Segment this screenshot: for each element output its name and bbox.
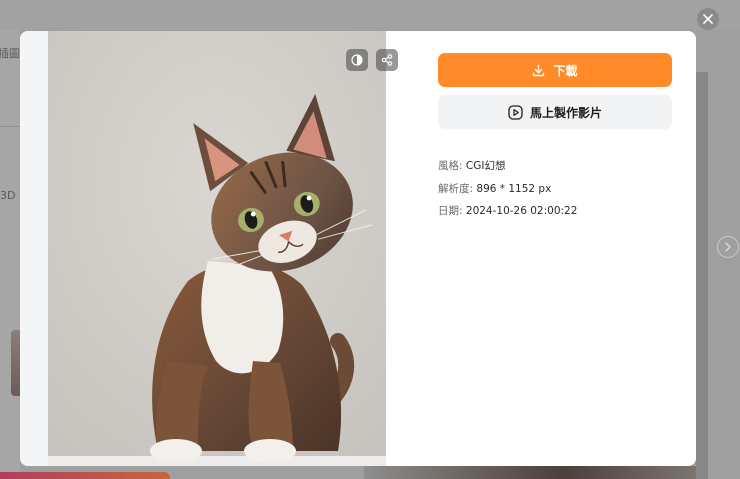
make-video-button[interactable]: 馬上製作影片: [438, 95, 672, 129]
cat-illustration: [48, 31, 386, 466]
resolution-value: 896 * 1152 px: [476, 182, 552, 195]
image-info-panel: 下載 馬上製作影片 風格: CGI幻想 解析度: 896 * 1152 px 日…: [438, 53, 672, 223]
date-label: 日期:: [438, 205, 463, 217]
compare-icon: [351, 54, 363, 66]
background-tab-text: 插圖: [0, 47, 20, 60]
background-next-image-preview: [364, 466, 696, 479]
generated-image: [48, 31, 386, 466]
screen: 插圖 3D 下載 馬上製作影片 風格: CGI幻想 解析度: 896 * 115…: [0, 0, 740, 479]
background-left-panel: [0, 30, 20, 479]
resolution-row: 解析度: 896 * 1152 px: [438, 178, 672, 201]
close-icon: [703, 14, 713, 24]
next-image-button[interactable]: [717, 236, 739, 258]
download-icon: [533, 64, 545, 76]
image-viewer: [20, 31, 398, 466]
image-detail-modal: 下載 馬上製作影片 風格: CGI幻想 解析度: 896 * 1152 px 日…: [20, 31, 696, 466]
date-row: 日期: 2024-10-26 02:00:22: [438, 200, 672, 223]
background-right-card: [696, 72, 708, 479]
background-3d-text: 3D: [0, 189, 16, 202]
download-button[interactable]: 下載: [438, 53, 672, 87]
close-button[interactable]: [697, 8, 719, 30]
style-label: 風格:: [438, 160, 463, 172]
compare-button[interactable]: [346, 49, 368, 71]
resolution-label: 解析度:: [438, 182, 474, 195]
make-video-label: 馬上製作影片: [529, 105, 602, 120]
background-gradient-bar: [0, 472, 170, 479]
background-topbar: [0, 0, 740, 30]
download-label: 下載: [553, 63, 578, 78]
share-button[interactable]: [376, 49, 398, 71]
chevron-right-icon: [725, 242, 731, 252]
play-circle-icon: [508, 104, 523, 120]
share-icon: [381, 54, 393, 66]
date-value: 2024-10-26 02:00:22: [465, 205, 578, 217]
background-divider: [0, 126, 20, 127]
image-details: 風格: CGI幻想 解析度: 896 * 1152 px 日期: 2024-10…: [438, 155, 672, 223]
style-value: CGI幻想: [465, 160, 506, 172]
style-row: 風格: CGI幻想: [438, 155, 672, 178]
background-thumbnail: [11, 330, 20, 396]
